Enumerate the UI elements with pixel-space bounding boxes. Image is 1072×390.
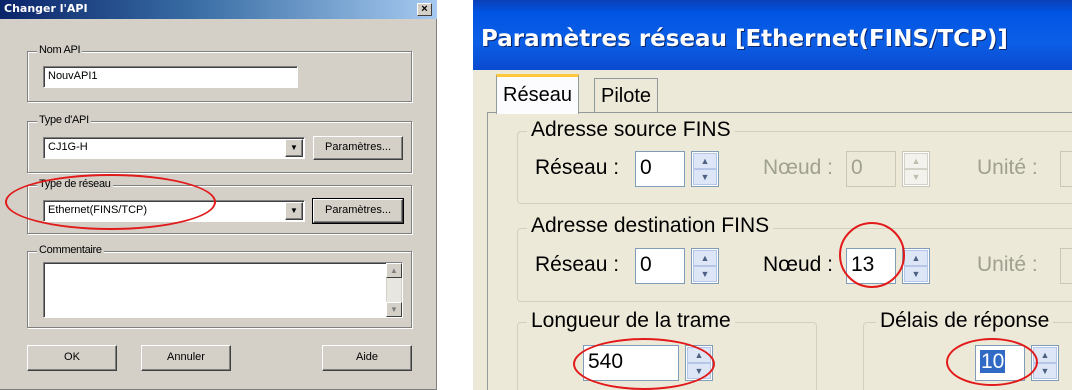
highlight-circle	[5, 174, 216, 230]
ok-button[interactable]: OK	[27, 345, 117, 371]
dest-network-input[interactable]: 0	[635, 248, 685, 284]
cancel-button[interactable]: Annuler	[141, 345, 231, 371]
tab-pilote-label: Pilote	[601, 85, 652, 107]
source-network-spinner[interactable]: ▲ ▼	[691, 151, 719, 187]
source-node-input[interactable]: 0	[846, 151, 896, 187]
close-icon[interactable]: ×	[417, 3, 432, 16]
response-delay-label: Délais de réponse	[876, 309, 1054, 333]
highlight-circle	[839, 222, 905, 288]
dialog-title: Paramètres réseau [Ethernet(FINS/TCP)]	[481, 26, 1008, 52]
tab-pilote[interactable]: Pilote	[594, 78, 659, 112]
comment-label: Commentaire	[37, 244, 104, 256]
spin-up-icon[interactable]: ▲	[904, 153, 928, 169]
title-bar: Paramètres réseau [Ethernet(FINS/TCP)]	[473, 0, 1072, 70]
plc-type-label: Type d'API	[37, 114, 91, 126]
source-network-input[interactable]: 0	[635, 151, 685, 187]
plc-type-select[interactable]: CJ1G-H	[43, 137, 305, 159]
destination-address-label: Adresse destination FINS	[527, 214, 774, 238]
dest-unit-input[interactable]	[1060, 248, 1072, 284]
dest-unit-label: Unité :	[977, 253, 1038, 276]
source-network-label: Réseau :	[535, 156, 620, 179]
up-arrow-icon[interactable]: ▲	[386, 263, 402, 278]
title-bar: Changer l'API ×	[0, 0, 437, 19]
source-unit-label: Unité :	[977, 156, 1038, 179]
chevron-down-icon[interactable]: ▼	[285, 139, 303, 157]
source-node-spinner[interactable]: ▲ ▼	[902, 151, 930, 187]
tab-reseau[interactable]: Réseau	[496, 74, 579, 114]
chevron-down-icon[interactable]: ▼	[285, 202, 303, 220]
comment-textarea[interactable]	[43, 262, 403, 318]
spin-down-icon[interactable]: ▼	[693, 266, 717, 282]
highlight-circle	[573, 338, 715, 390]
spin-up-icon[interactable]: ▲	[693, 153, 717, 169]
dialog-title: Changer l'API	[4, 2, 88, 15]
down-arrow-icon[interactable]: ▼	[386, 302, 402, 317]
network-settings-button[interactable]: Paramètres...	[312, 198, 404, 224]
frame-length-label: Longueur de la trame	[527, 309, 735, 333]
tab-reseau-label: Réseau	[503, 84, 572, 106]
dest-node-spinner[interactable]: ▲ ▼	[902, 248, 930, 284]
help-button[interactable]: Aide	[322, 345, 412, 371]
source-address-label: Adresse source FINS	[527, 118, 735, 142]
network-settings-dialog: Paramètres réseau [Ethernet(FINS/TCP)] R…	[473, 0, 1072, 390]
spin-down-icon[interactable]: ▼	[904, 266, 928, 282]
plc-name-label: Nom API	[37, 44, 83, 56]
change-plc-dialog: Changer l'API × Nom API NouvAPI1 Type d'…	[0, 0, 437, 390]
dest-network-label: Réseau :	[535, 253, 620, 276]
plc-name-input[interactable]: NouvAPI1	[43, 66, 298, 88]
highlight-circle	[946, 338, 1038, 386]
plc-settings-button[interactable]: Paramètres...	[313, 136, 403, 160]
source-unit-input[interactable]	[1060, 151, 1072, 187]
source-node-label: Nœud :	[763, 156, 834, 179]
dest-network-spinner[interactable]: ▲ ▼	[691, 248, 719, 284]
spin-down-icon[interactable]: ▼	[904, 169, 928, 185]
spin-up-icon[interactable]: ▲	[693, 250, 717, 266]
dest-node-label: Nœud :	[763, 253, 834, 276]
spin-down-icon[interactable]: ▼	[693, 169, 717, 185]
spin-up-icon[interactable]: ▲	[904, 250, 928, 266]
